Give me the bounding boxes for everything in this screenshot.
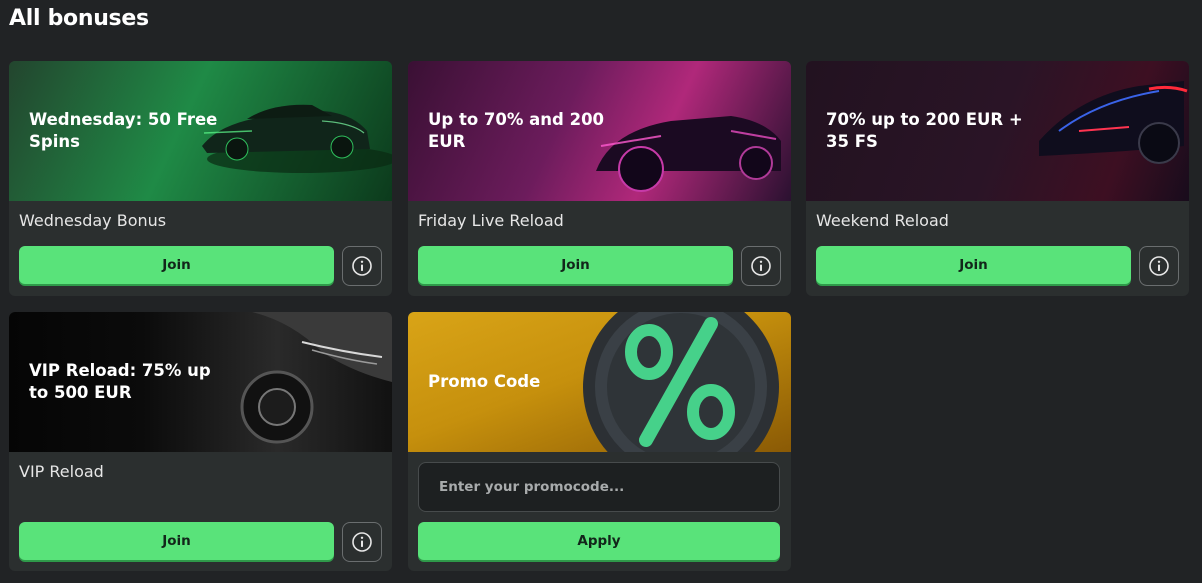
promo-code-input[interactable]	[418, 462, 780, 512]
car-image	[240, 312, 392, 444]
info-circle-icon	[1149, 256, 1169, 276]
page-title: All bonuses	[9, 6, 149, 31]
promo-card: Promo Code Apply	[408, 312, 791, 571]
bonus-headline: Wednesday: 50 Free Spins	[29, 110, 218, 151]
bonus-name: Weekend Reload	[816, 211, 949, 230]
car-image	[1039, 81, 1188, 164]
join-button[interactable]: Join	[816, 246, 1131, 284]
info-button[interactable]	[342, 522, 382, 562]
join-button[interactable]: Join	[19, 522, 334, 560]
promo-headline: Promo Code	[428, 372, 541, 391]
bonus-banner: VIP Reload: 75% up to 500 EUR	[9, 312, 392, 452]
bonus-name: Wednesday Bonus	[19, 211, 167, 230]
info-circle-icon	[751, 256, 771, 276]
apply-button[interactable]: Apply	[418, 522, 780, 560]
bonus-banner: 70% up to 200 EUR + 35 FS	[806, 61, 1189, 201]
info-circle-icon	[352, 532, 372, 552]
bonus-headline: 70% up to 200 EUR + 35 FS	[826, 110, 1023, 151]
info-button[interactable]	[741, 246, 781, 286]
bonus-headline: VIP Reload: 75% up to 500 EUR	[29, 361, 211, 402]
bonus-banner: Up to 70% and 200 EUR	[408, 61, 791, 201]
info-button[interactable]	[1139, 246, 1179, 286]
bonus-banner: Wednesday: 50 Free Spins	[9, 61, 392, 201]
join-button[interactable]: Join	[418, 246, 733, 284]
bonus-card-vip: VIP Reload: 75% up to 500 EUR VIP Reload…	[9, 312, 392, 571]
bonus-name: VIP Reload	[19, 462, 104, 481]
join-button[interactable]: Join	[19, 246, 334, 284]
info-button[interactable]	[342, 246, 382, 286]
bonus-card-friday: Up to 70% and 200 EUR Friday Live Reload…	[408, 61, 791, 296]
promo-banner: Promo Code	[408, 312, 791, 452]
bonus-headline: Up to 70% and 200 EUR	[428, 110, 605, 151]
bonus-name: Friday Live Reload	[418, 211, 564, 230]
info-circle-icon	[352, 256, 372, 276]
bonus-card-wednesday: Wednesday: 50 Free Spins Wednesday Bonus…	[9, 61, 392, 296]
bonus-card-weekend: 70% up to 200 EUR + 35 FS Weekend Reload…	[806, 61, 1189, 296]
